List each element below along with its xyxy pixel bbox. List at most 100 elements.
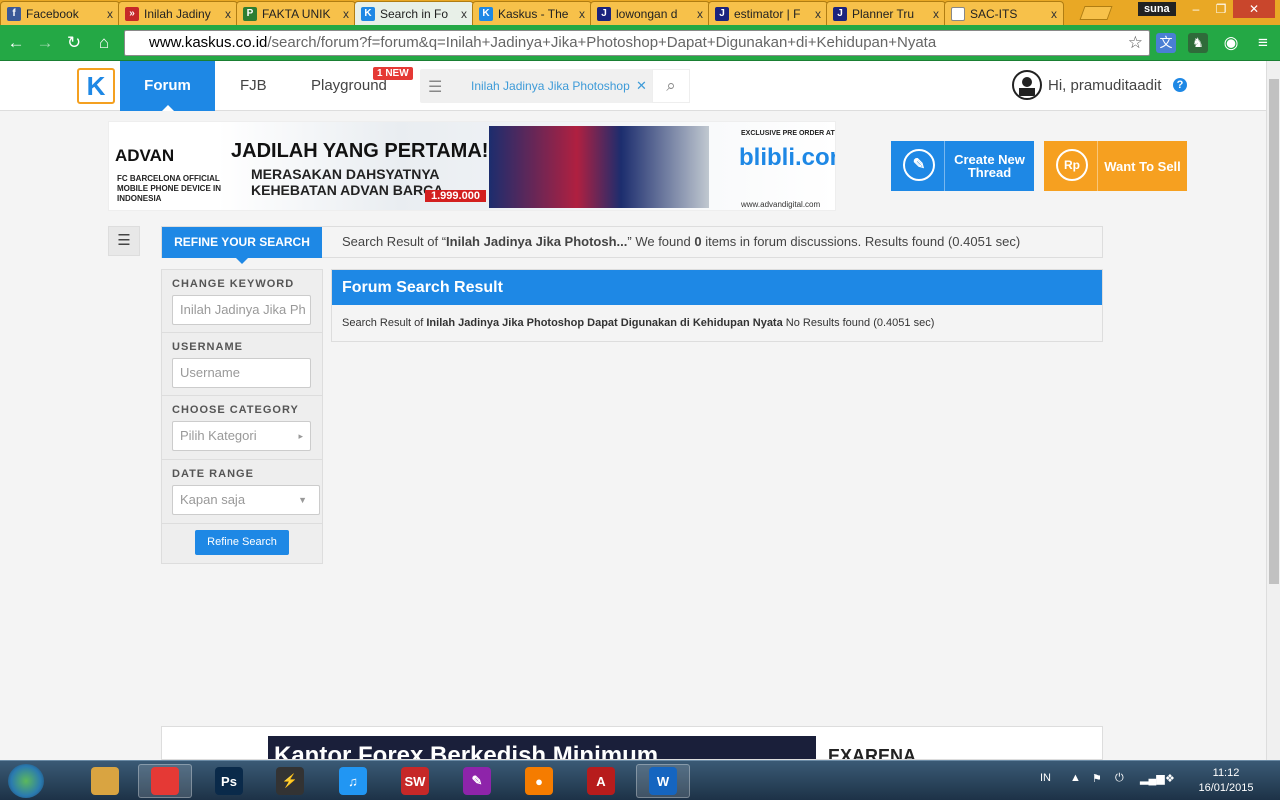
date-range-select[interactable]: Kapan saja ▼ [172, 485, 320, 515]
tab-title: Search in Fo [380, 6, 449, 21]
ad-subtitle: FC BARCELONA OFFICIAL MOBILE PHONE DEVIC… [117, 174, 222, 203]
browser-tab[interactable]: K Kaskus - The x [472, 1, 592, 25]
advertisement-banner[interactable]: ADVAN FC BARCELONA OFFICIAL MOBILE PHONE… [108, 121, 836, 211]
nav-fjb[interactable]: FJB [240, 61, 267, 111]
search-icon[interactable]: ⌕ [652, 69, 690, 103]
keyword-group: CHANGE KEYWORD Inilah Jadinya Jika Ph [162, 270, 322, 333]
spy-extension-icon[interactable]: ♞ [1188, 33, 1208, 53]
start-button[interactable] [8, 764, 44, 798]
ad-tagline: MERASAKAN DAHSYATNYA KEHEBATAN ADVAN BARC… [251, 166, 444, 198]
bookmark-star-icon[interactable]: ☆ [1128, 31, 1143, 55]
tray-expand-icon[interactable]: ▲ [1070, 772, 1081, 784]
tab-close-icon[interactable]: x [461, 7, 467, 21]
browser-tab[interactable]: Jestimator | F x [708, 1, 828, 25]
header-search[interactable]: ☰ Inilah Jadinya Jika Photoshop ✕ ⌕ [420, 69, 690, 103]
page-scrollbar[interactable] [1266, 61, 1280, 760]
address-bar[interactable]: www.kaskus.co.id/search/forum?f=forum&q=… [124, 30, 1150, 56]
minimize-button[interactable]: – [1183, 0, 1209, 18]
browser-tab[interactable]: » Inilah Jadiny x [118, 1, 238, 25]
browser-toolbar: ← → ↻ ⌂ www.kaskus.co.id/search/forum?f=… [0, 25, 1280, 61]
tab-title: estimator | F [734, 6, 801, 21]
new-tab-button[interactable] [1079, 6, 1113, 20]
scrollbar-thumb[interactable] [1269, 79, 1279, 584]
tab-favicon-icon: P [243, 6, 257, 21]
browser-tab[interactable]: K Search in Fo x [354, 1, 474, 25]
translate-extension-icon[interactable]: 文 [1156, 33, 1176, 53]
rupiah-icon: Rp [1056, 149, 1088, 181]
want-to-sell-button[interactable]: Rp Want To Sell [1044, 141, 1187, 191]
refine-your-search-tab[interactable]: REFINE YOUR SEARCH [162, 227, 322, 264]
browser-tab[interactable]: SAC-ITS x [944, 1, 1064, 25]
network-signal-icon[interactable]: ▂▄▆ [1140, 772, 1165, 785]
tab-close-icon[interactable]: x [1051, 7, 1057, 21]
forward-arrow-icon[interactable]: → [33, 31, 57, 55]
taskbar-photoshop-icon[interactable]: Ps [202, 764, 256, 798]
refine-sidebar: CHANGE KEYWORD Inilah Jadinya Jika Ph US… [161, 269, 323, 564]
username-input[interactable]: Username [172, 358, 311, 388]
forum-search-result: Forum Search Result Search Result of Ini… [331, 269, 1103, 342]
keyword-input[interactable]: Inilah Jadinya Jika Ph [172, 295, 311, 325]
ad-players-image [489, 126, 709, 208]
keyword-label: CHANGE KEYWORD [172, 278, 295, 290]
language-indicator[interactable]: IN [1040, 772, 1051, 784]
new-badge: 1 NEW [373, 67, 413, 80]
chrome-menu-icon[interactable]: ≡ [1253, 33, 1273, 53]
close-window-button[interactable]: ✕ [1233, 0, 1275, 18]
tab-close-icon[interactable]: x [579, 7, 585, 21]
browser-tab[interactable]: P FAKTA UNIK x [236, 1, 356, 25]
footer-advertisement[interactable]: Kantor Forex Berkedish Minimum EXARENA [161, 726, 1103, 760]
result-message: Search Result of Inilah Jadinya Jika Pho… [342, 317, 935, 329]
dropbox-icon[interactable]: ❖ [1165, 772, 1175, 785]
kaskus-logo[interactable]: K [77, 68, 115, 104]
taskbar-media-icon[interactable]: ● [512, 764, 566, 798]
help-icon[interactable]: ? [1173, 78, 1187, 92]
sidebar-toggle-list-icon[interactable]: ☰ [108, 226, 140, 256]
ad-store-logo: blibli.com [739, 144, 835, 171]
taskbar-itunes-icon[interactable]: ♫ [326, 764, 380, 798]
tab-title: Kaskus - The [498, 6, 569, 21]
ad-url: www.advandigital.com [741, 200, 821, 209]
taskbar-autocad-icon[interactable]: A [574, 764, 628, 798]
tab-title: Planner Tru [852, 6, 915, 21]
taskbar-chrome-icon[interactable] [138, 764, 192, 798]
taskbar-lightning-icon[interactable]: ⚡ [263, 764, 317, 798]
taskbar-paint-icon[interactable]: ✎ [450, 764, 504, 798]
tab-close-icon[interactable]: x [225, 7, 231, 21]
avatar[interactable] [1012, 70, 1042, 100]
browser-tab[interactable]: Jlowongan d x [590, 1, 710, 25]
list-icon[interactable]: ☰ [428, 77, 442, 97]
search-query-text[interactable]: Inilah Jadinya Jika Photoshop [471, 79, 630, 93]
action-center-flag-icon[interactable]: ⚑ [1092, 772, 1102, 785]
ad-brand: ADVAN [115, 146, 175, 165]
nav-forum[interactable]: Forum [120, 61, 215, 111]
tab-close-icon[interactable]: x [933, 7, 939, 21]
tab-close-icon[interactable]: x [343, 7, 349, 21]
tab-close-icon[interactable]: x [815, 7, 821, 21]
tab-favicon-icon [951, 6, 965, 21]
refine-search-button[interactable]: Refine Search [195, 530, 289, 555]
url-host: www.kaskus.co.id [149, 34, 268, 51]
category-group: CHOOSE CATEGORY Pilih Kategori ▸ [162, 396, 322, 460]
tab-title: FAKTA UNIK [262, 6, 331, 21]
browser-tab[interactable]: f Facebook x [0, 1, 120, 25]
clear-search-icon[interactable]: ✕ [636, 78, 647, 94]
windows-taskbar: Ps ⚡ ♫ SW ✎ ● A W IN ▲ ⚑ ⏻ ▂▄▆ ❖ 11:12 16/01/201… [0, 760, 1280, 800]
taskbar-solidworks-icon[interactable]: SW [388, 764, 442, 798]
date-range-label: DATE RANGE [172, 468, 254, 480]
taskbar-explorer-icon[interactable] [78, 764, 132, 798]
system-clock[interactable]: 11:12 16/01/2015 [1193, 766, 1259, 796]
tab-close-icon[interactable]: x [697, 7, 703, 21]
eye-extension-icon[interactable]: ◉ [1221, 33, 1241, 53]
browser-tab[interactable]: J Planner Tru x [826, 1, 946, 25]
home-icon[interactable]: ⌂ [92, 31, 116, 55]
taskbar-word-icon[interactable]: W [636, 764, 690, 798]
user-greeting[interactable]: Hi, pramuditaadit [1048, 77, 1161, 94]
category-select[interactable]: Pilih Kategori ▸ [172, 421, 311, 451]
create-new-thread-button[interactable]: ✎ Create New Thread [891, 141, 1034, 191]
tab-close-icon[interactable]: x [107, 7, 113, 21]
restore-button[interactable]: ❐ [1208, 0, 1234, 18]
back-arrow-icon[interactable]: ← [4, 31, 28, 55]
reload-icon[interactable]: ↻ [62, 31, 86, 55]
power-icon[interactable]: ⏻ [1115, 772, 1124, 785]
username-group: USERNAME Username [162, 333, 322, 396]
